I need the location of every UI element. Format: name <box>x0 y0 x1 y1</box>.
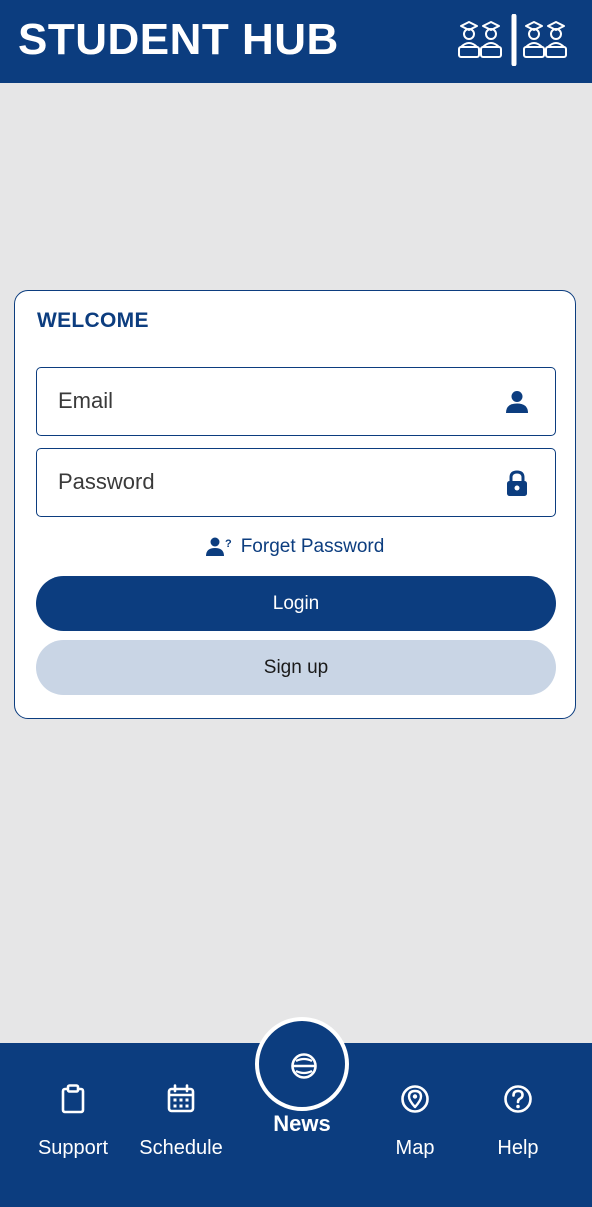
app-title: STUDENT HUB <box>18 15 339 64</box>
lock-icon <box>507 470 527 496</box>
nav-item-map[interactable]: Map <box>360 1083 470 1163</box>
nav-label-schedule: Schedule <box>139 1137 223 1159</box>
nav-label-news[interactable]: News <box>246 1110 358 1138</box>
user-question-icon: ? <box>205 537 232 556</box>
graduates-logo-icon <box>458 14 567 66</box>
email-input[interactable] <box>58 368 478 434</box>
email-field[interactable] <box>36 367 556 436</box>
signup-button[interactable]: Sign up <box>36 640 556 695</box>
nav-item-help[interactable]: Help <box>463 1083 573 1163</box>
svg-text:?: ? <box>225 538 232 550</box>
nav-label-support: Support <box>37 1137 109 1159</box>
welcome-heading: WELCOME <box>37 309 149 332</box>
globe-icon <box>291 1053 317 1079</box>
password-field[interactable] <box>36 448 556 517</box>
login-card: WELCOME ? Forget Password Login Sign up <box>14 290 576 719</box>
news-button[interactable] <box>255 1017 349 1111</box>
clipboard-icon <box>61 1084 85 1114</box>
password-input[interactable] <box>58 449 478 515</box>
nav-item-schedule[interactable]: Schedule <box>126 1083 236 1163</box>
map-pin-icon <box>401 1085 429 1113</box>
calendar-icon <box>167 1084 195 1113</box>
forget-password-link[interactable]: ? Forget Password <box>15 533 575 561</box>
login-button[interactable]: Login <box>36 576 556 631</box>
nav-item-support[interactable]: Support <box>18 1083 128 1163</box>
nav-label-map: Map <box>395 1137 435 1159</box>
app-header: STUDENT HUB <box>0 0 592 83</box>
forget-password-label: Forget Password <box>240 536 385 557</box>
user-icon <box>506 391 528 413</box>
help-circle-icon <box>504 1085 532 1113</box>
nav-label-help: Help <box>497 1137 539 1159</box>
